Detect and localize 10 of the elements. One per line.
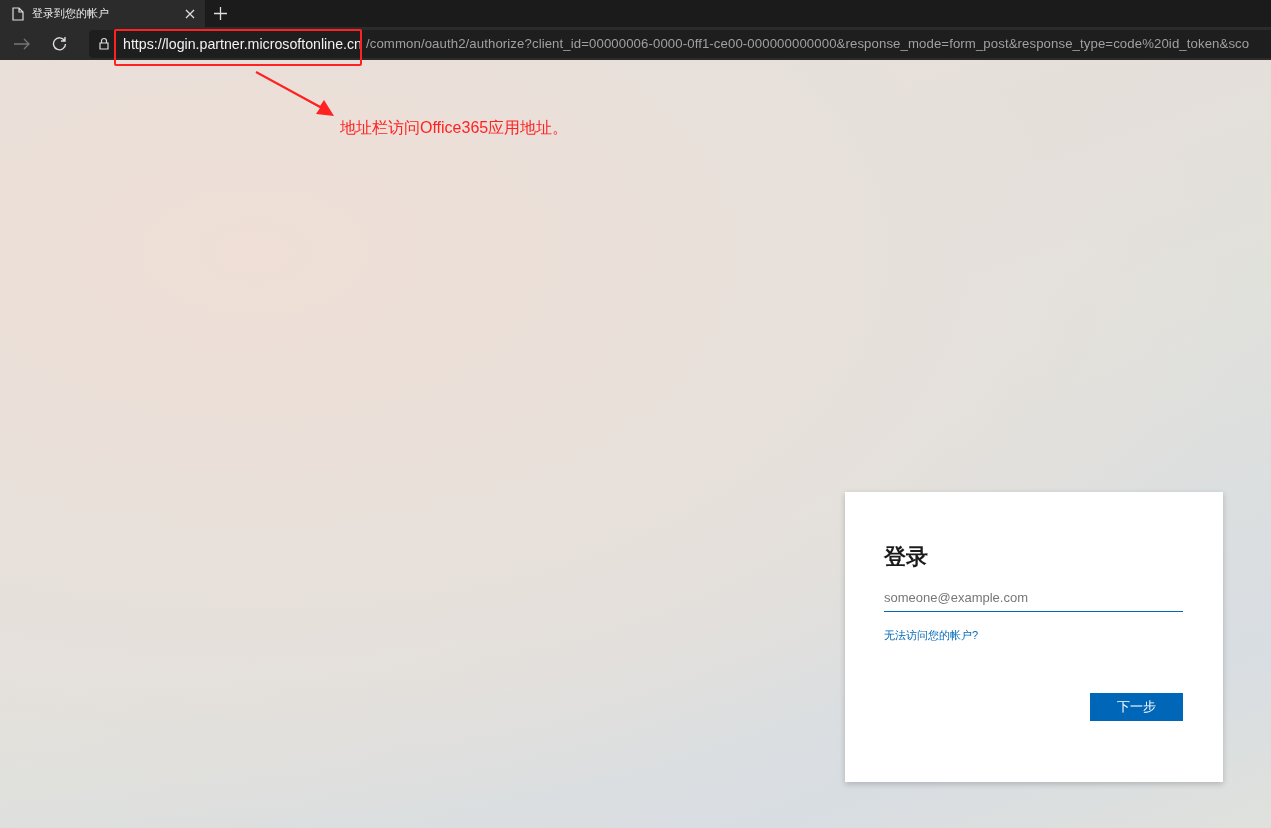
url-path: /common/oauth2/authorize?client_id=00000006-0000-0ff1-ce00-000000000000&response_mode=form_post&response_type=code%20id_token&sco: [365, 36, 1250, 51]
address-field[interactable]: https://login.partner.microsoftonline.cn /common/oauth2/authorize?client_id=00000006-0000-0ff1-ce00-000000000000&response_mode=form_post&response_type=code%20id_token&sco: [89, 29, 1271, 58]
next-button[interactable]: 下一步: [1090, 693, 1183, 721]
browser-tab[interactable]: 登录到您的帐户: [0, 0, 205, 27]
help-link[interactable]: 无法访问您的帐户?: [884, 628, 979, 643]
tab-title: 登录到您的帐户: [32, 6, 110, 21]
url-host: https://login.partner.microsoftonline.cn: [123, 35, 362, 52]
email-field[interactable]: someone@example.com: [884, 586, 1183, 612]
annotation-text: 地址栏访问Office365应用地址。: [340, 118, 569, 138]
signin-title: 登录: [884, 543, 929, 571]
